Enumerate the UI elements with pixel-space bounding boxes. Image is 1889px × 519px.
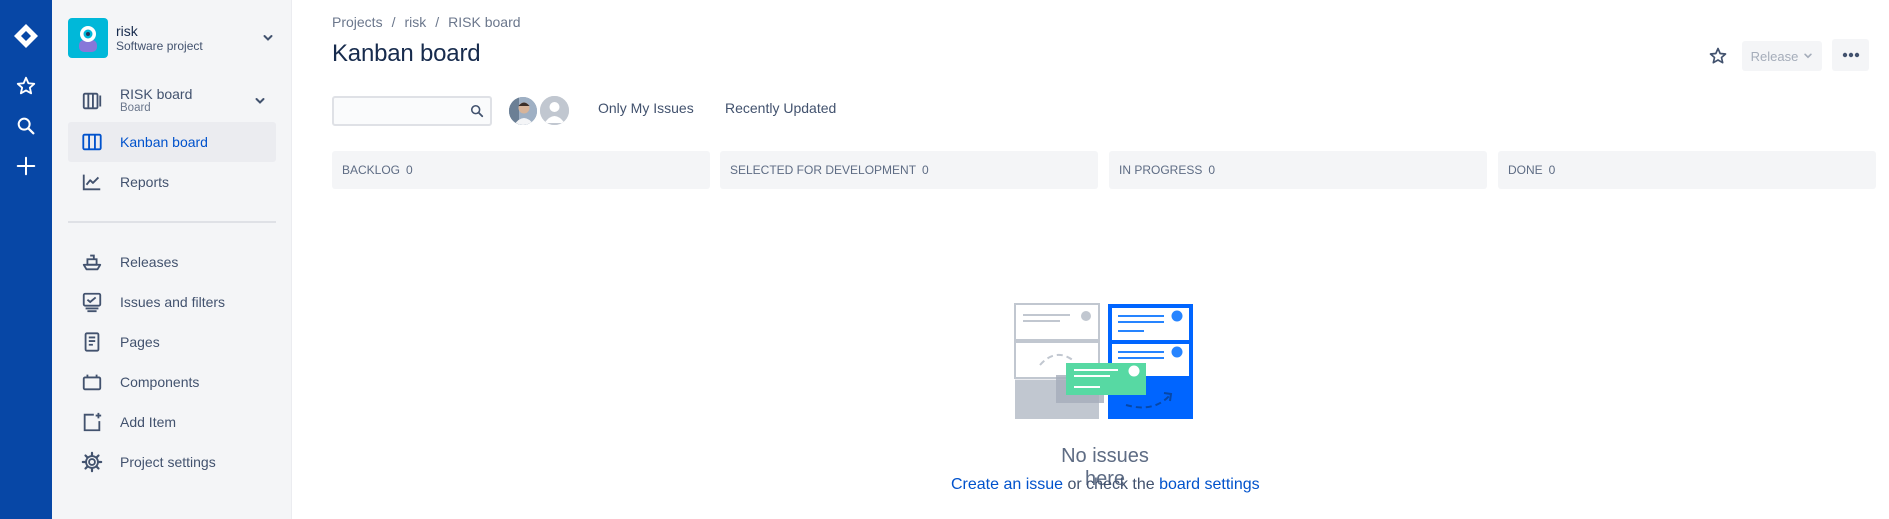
starred-icon[interactable] xyxy=(6,68,46,104)
empty-state-text: or check the xyxy=(1063,476,1160,493)
sidebar-item-components[interactable]: Components xyxy=(68,362,276,402)
column-selected-for-development: SELECTED FOR DEVELOPMENT 0 xyxy=(720,151,1098,189)
column-title: IN PROGRESS xyxy=(1119,163,1203,177)
star-board-button[interactable] xyxy=(1704,42,1732,70)
page-title: Kanban board xyxy=(332,40,481,67)
board-settings-link[interactable]: board settings xyxy=(1159,476,1260,493)
kanban-icon xyxy=(80,130,104,154)
sidebar-item-label: Reports xyxy=(120,174,170,190)
more-icon xyxy=(1842,52,1859,58)
column-in-progress: IN PROGRESS 0 xyxy=(1109,151,1487,189)
project-avatar xyxy=(68,18,108,58)
column-count: 0 xyxy=(406,163,413,177)
sidebar-item-pages[interactable]: Pages xyxy=(68,322,276,362)
breadcrumb-projects[interactable]: Projects xyxy=(332,14,383,30)
sidebar-item-add-item[interactable]: Add Item xyxy=(68,402,276,442)
page-icon xyxy=(80,330,104,354)
sidebar-item-kanban-board[interactable]: Kanban board xyxy=(68,122,276,162)
breadcrumb-separator: / xyxy=(435,14,440,30)
sidebar-item-label: Kanban board xyxy=(120,134,208,150)
sidebar-item-label: Issues and filters xyxy=(120,294,226,310)
ship-icon xyxy=(80,250,104,274)
chevron-down-icon xyxy=(252,93,268,109)
board-type: Board xyxy=(120,102,151,114)
gear-icon xyxy=(80,450,104,474)
sidebar-item-label: Components xyxy=(120,374,200,390)
sidebar-item-label: Pages xyxy=(120,334,160,350)
sidebar-item-label: Project settings xyxy=(120,454,216,470)
release-label: Release xyxy=(1750,48,1799,64)
chevron-down-icon xyxy=(260,30,276,46)
sidebar-item-project-settings[interactable]: Project settings xyxy=(68,442,276,482)
sidebar-item-reports[interactable]: Reports xyxy=(68,162,276,202)
search-icon xyxy=(470,104,484,123)
global-nav xyxy=(0,0,52,519)
chevron-down-icon xyxy=(1804,53,1813,59)
jira-logo-icon[interactable] xyxy=(6,18,46,54)
sidebar-item-label: Releases xyxy=(120,254,179,270)
sidebar-item-issues-and-filters[interactable]: Issues and filters xyxy=(68,282,276,322)
reports-icon xyxy=(80,170,104,194)
search-icon[interactable] xyxy=(6,108,46,144)
search-input[interactable] xyxy=(334,98,462,124)
sidebar-item-releases[interactable]: Releases xyxy=(68,242,276,282)
column-backlog: BACKLOG 0 xyxy=(332,151,710,189)
add-item-icon xyxy=(80,410,104,434)
create-icon[interactable] xyxy=(6,148,46,184)
star-icon xyxy=(1709,47,1727,64)
column-count: 0 xyxy=(1208,163,1216,177)
sidebar-item-label: Add Item xyxy=(120,414,177,430)
board-search xyxy=(332,96,492,126)
breadcrumb: Projects / risk / RISK board xyxy=(332,14,521,30)
more-actions-button[interactable] xyxy=(1832,39,1869,71)
project-sidebar: risk Software project RISK board Board K… xyxy=(52,0,292,519)
project-switcher[interactable]: risk Software project xyxy=(68,16,276,60)
sidebar-divider xyxy=(68,221,276,223)
project-name: risk xyxy=(116,23,138,39)
column-title: SELECTED FOR DEVELOPMENT xyxy=(730,163,917,177)
board-icon xyxy=(80,89,104,113)
column-count: 0 xyxy=(1548,163,1556,177)
components-icon xyxy=(80,370,104,394)
create-issue-link[interactable]: Create an issue xyxy=(951,476,1063,493)
breadcrumb-project[interactable]: risk xyxy=(404,14,426,30)
issues-icon xyxy=(80,290,104,314)
filter-recently-updated[interactable]: Recently Updated xyxy=(725,100,836,116)
filter-only-my-issues[interactable]: Only My Issues xyxy=(598,100,694,116)
board-name: RISK board xyxy=(120,86,193,102)
user-avatar[interactable] xyxy=(507,95,539,127)
project-type: Software project xyxy=(116,39,203,53)
column-done: DONE 0 xyxy=(1498,151,1876,189)
empty-state-message: Create an issue or check the board setti… xyxy=(951,476,1260,494)
breadcrumb-board[interactable]: RISK board xyxy=(448,14,520,30)
column-count: 0 xyxy=(922,163,929,177)
column-title: BACKLOG xyxy=(342,163,401,177)
release-button[interactable]: Release xyxy=(1742,41,1822,71)
empty-board-illustration xyxy=(1014,303,1194,425)
column-title: DONE xyxy=(1508,163,1543,177)
board-switcher[interactable]: RISK board Board xyxy=(68,81,276,121)
breadcrumb-separator: / xyxy=(391,14,396,30)
unassigned-avatar[interactable] xyxy=(538,94,571,127)
